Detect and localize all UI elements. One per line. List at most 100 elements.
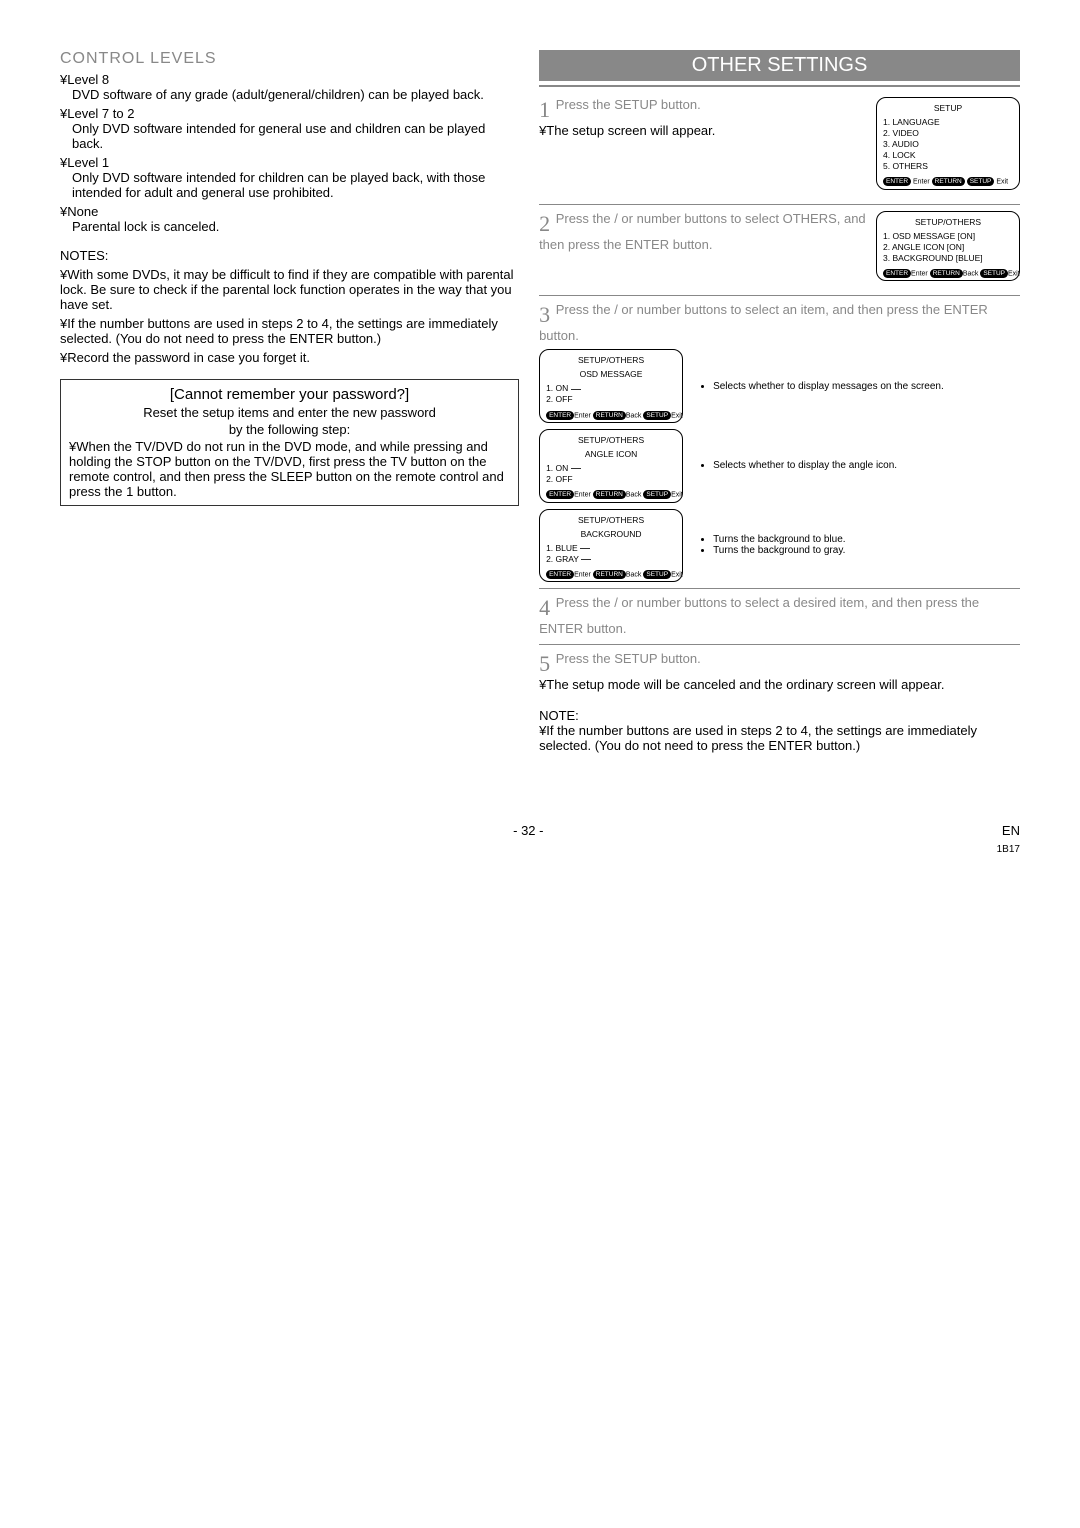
footer-en: EN [1002,823,1020,838]
osd-foot-label: Back [626,571,642,578]
step3-panel-osd-message: SETUP/OTHERS OSD MESSAGE 1. ON 2. OFF EN… [539,349,1020,423]
note-text: ¥If the number buttons are used in steps… [539,723,1020,753]
osd-osdmessage-box: SETUP/OTHERS OSD MESSAGE 1. ON 2. OFF EN… [539,349,683,423]
osd-item: 2. ANGLE ICON [ON] [883,242,1013,253]
step-number: 4 [539,595,550,621]
osd-sub: BACKGROUND [546,529,676,540]
password-box-title: [Cannot remember your password?] [69,386,510,403]
notes-heading: NOTES: [60,248,519,263]
panel-desc: Turns the background to blue. Turns the … [691,534,1020,556]
level-label: ¥Level 7 to 2 [60,106,519,121]
note-heading: NOTE: [539,708,1020,723]
step-4-text: 4 Press the / or number buttons to selec… [539,595,1020,636]
osd-item: 1. ON [546,463,676,474]
notes-list: ¥With some DVDs, it may be difficult to … [60,267,519,365]
osd-items: 1. ON 2. OFF [546,463,676,485]
level-text: DVD software of any grade (adult/general… [72,87,519,102]
osd-title: SETUP/OTHERS [546,515,676,526]
level-item: ¥Level 7 to 2 Only DVD software intended… [60,106,519,151]
panel-desc: Selects whether to display messages on t… [691,381,1020,392]
level-label: ¥Level 1 [60,155,519,170]
panel-desc-text: Turns the background to gray. [713,545,1020,556]
osd-foot-label: Enter [574,492,591,499]
osd-item: 1. LANGUAGE [883,117,1013,128]
footer-right: EN 1B17 [997,823,1020,857]
osd-title: SETUP/OTHERS [546,355,676,366]
right-column: OTHER SETTINGS 1 Press the SETUP button.… [539,50,1020,753]
password-box: [Cannot remember your password?] Reset t… [60,379,519,506]
setup-pill: SETUP [967,177,995,186]
page-number: - 32 - [513,823,543,857]
enter-pill: ENTER [883,177,911,186]
setup-pill: SETUP [643,490,671,499]
osd-setup-box: SETUP 1. LANGUAGE 2. VIDEO 3. AUDIO 4. L… [876,97,1020,190]
osd-item: 2. GRAY [546,554,676,565]
enter-pill: ENTER [546,490,574,499]
osd-items: 1. LANGUAGE 2. VIDEO 3. AUDIO 4. LOCK 5.… [883,117,1013,172]
note-item: ¥With some DVDs, it may be difficult to … [60,267,519,312]
divider [539,204,1020,205]
step-line: Press the SETUP button. [556,97,701,112]
step-3-text: 3 Press the / or number buttons to selec… [539,302,1020,343]
step3-panel-background: SETUP/OTHERS BACKGROUND 1. BLUE 2. GRAY … [539,509,1020,583]
enter-pill: ENTER [883,269,911,278]
step-1: 1 Press the SETUP button. ¥The setup scr… [539,97,1020,190]
return-pill: RETURN [593,570,626,579]
return-pill: RETURN [930,269,963,278]
page-columns: CONTROL LEVELS ¥Level 8 DVD software of … [60,50,1020,753]
osd-foot-label: Enter [574,412,591,419]
level-text: Only DVD software intended for children … [72,170,519,200]
osd-item: 3. BACKGROUND [BLUE] [883,253,1013,264]
osd-title: SETUP/OTHERS [883,217,1013,228]
step-line: Press the / or number buttons to select … [539,302,988,343]
osd-title: SETUP [883,103,1013,114]
osd-foot-label: Exit [671,492,683,499]
divider [539,295,1020,296]
other-settings-title: OTHER SETTINGS [539,50,1020,81]
note-item: ¥Record the password in case you forget … [60,350,519,365]
step-number: 3 [539,302,550,328]
step-number: 2 [539,211,550,237]
step-2-text: 2 Press the / or number buttons to selec… [539,211,868,252]
osd-footer: ENTER Enter RETURN SETUP Exit [883,177,1013,186]
step-line: Press the SETUP button. [556,651,701,666]
level-text: Only DVD software intended for general u… [72,121,519,151]
osd-foot-label: Exit [1008,270,1020,277]
osd-others-box: SETUP/OTHERS 1. OSD MESSAGE [ON] 2. ANGL… [876,211,1020,282]
step-result: ¥The setup mode will be canceled and the… [539,677,944,692]
osd-item: 5. OTHERS [883,161,1013,172]
step-number: 1 [539,97,550,123]
osd-title: SETUP/OTHERS [546,435,676,446]
osd-sub: OSD MESSAGE [546,369,676,380]
osd-angleicon-box: SETUP/OTHERS ANGLE ICON 1. ON 2. OFF ENT… [539,429,683,503]
step-2: 2 Press the / or number buttons to selec… [539,211,1020,282]
osd-item: 1. ON [546,383,676,394]
divider [539,644,1020,645]
panel-desc-text: Selects whether to display the angle ico… [713,460,1020,471]
note-item: ¥If the number buttons are used in steps… [60,316,519,346]
password-reset-line: by the following step: [69,422,510,437]
osd-footer: ENTEREnter RETURNBack SETUPExit [546,570,676,579]
osd-sub: ANGLE ICON [546,449,676,460]
return-pill: RETURN [593,411,626,420]
osd-foot-label: Exit [671,571,683,578]
osd-background-box: SETUP/OTHERS BACKGROUND 1. BLUE 2. GRAY … [539,509,683,583]
level-item: ¥None Parental lock is canceled. [60,204,519,234]
panel-desc-text: Selects whether to display messages on t… [713,381,1020,392]
level-text: Parental lock is canceled. [72,219,519,234]
step-line: Press the / or number buttons to select … [539,595,979,636]
osd-footer: ENTEREnter RETURNBack SETUPExit [883,269,1013,278]
osd-foot-label: Back [626,492,642,499]
control-levels-heading: CONTROL LEVELS [60,50,519,68]
divider [539,588,1020,589]
osd-foot-label: Back [626,412,642,419]
osd-foot-label: Enter [574,571,591,578]
step-5-text: 5 Press the SETUP button. ¥The setup mod… [539,651,1020,692]
level-item: ¥Level 8 DVD software of any grade (adul… [60,72,519,102]
osd-item: 4. LOCK [883,150,1013,161]
note-block: NOTE: ¥If the number buttons are used in… [539,708,1020,753]
setup-pill: SETUP [643,570,671,579]
step-result: ¥The setup screen will appear. [539,123,715,138]
enter-pill: ENTER [546,570,574,579]
step-number: 5 [539,651,550,677]
